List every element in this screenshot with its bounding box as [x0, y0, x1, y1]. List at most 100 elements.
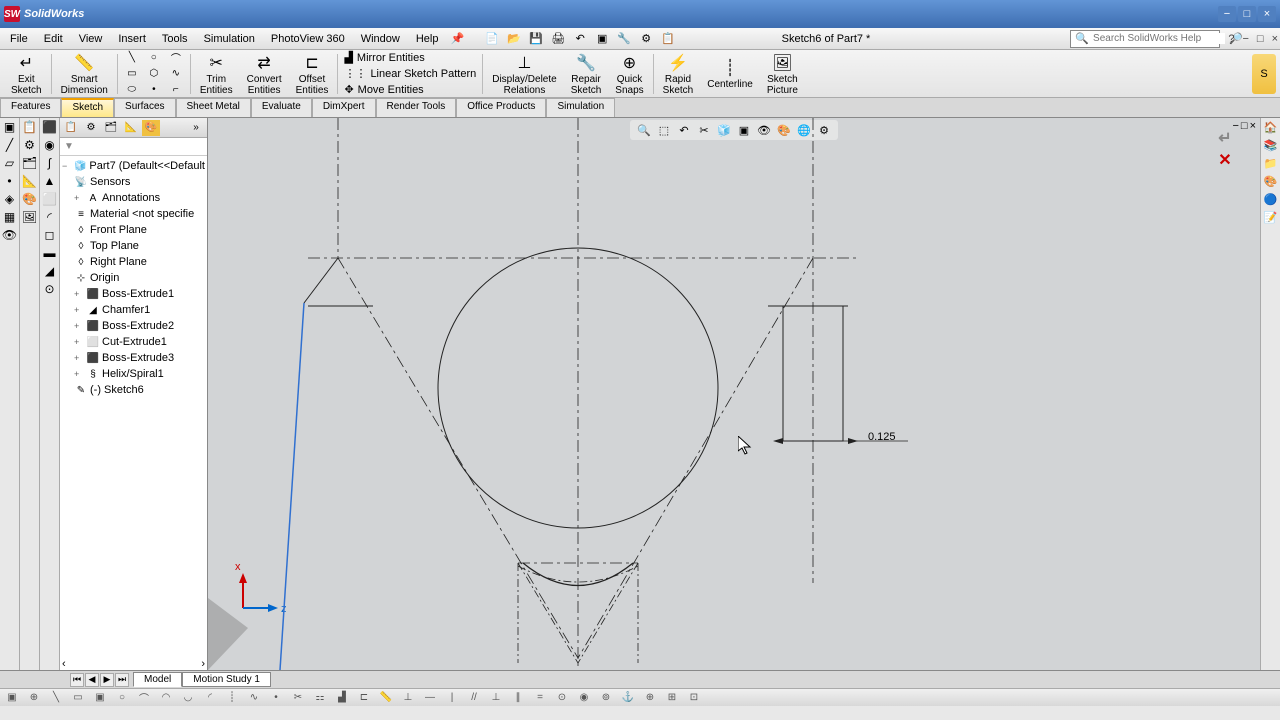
menu-tools[interactable]: Tools [154, 31, 196, 47]
child-minimize-icon[interactable]: − [1242, 33, 1248, 45]
arc-tool-icon[interactable]: ⌒ [166, 51, 186, 65]
menu-photoview[interactable]: PhotoView 360 [263, 31, 353, 47]
status-concentric-icon[interactable]: ⊚ [598, 691, 614, 705]
tree-item-top-plane[interactable]: ◊ Top Plane [62, 238, 205, 254]
tree-item-annotations[interactable]: + A Annotations [62, 190, 205, 206]
expand-icon[interactable]: + [74, 289, 84, 299]
expand-icon[interactable]: + [74, 193, 84, 203]
solidworks-resources-tab-icon[interactable]: 🏠 [1261, 118, 1280, 136]
centerline-button[interactable]: ┊ Centerline [700, 54, 760, 93]
tree-item-boss-extrude1[interactable]: + ⬛ Boss-Extrude1 [62, 286, 205, 302]
pin-icon[interactable]: 📌 [450, 32, 464, 45]
tree-filter[interactable]: ▼ [60, 138, 207, 156]
tab-surfaces[interactable]: Surfaces [114, 98, 175, 117]
expand-icon[interactable]: + [74, 369, 84, 379]
options-icon[interactable]: ⚙ [638, 31, 654, 47]
select-icon[interactable]: ▣ [594, 31, 610, 47]
status-collinear-icon[interactable]: // [466, 691, 482, 705]
tree-tab-4-icon[interactable]: 📐 [122, 120, 140, 136]
tree-tab-5-icon[interactable]: 🎨 [142, 120, 160, 136]
repair-sketch-button[interactable]: 🔧 Repair Sketch [564, 49, 609, 99]
configuration-manager-icon[interactable]: 🗂 [20, 154, 39, 172]
dimension-value[interactable]: 0.125 [868, 431, 896, 443]
graphics-area[interactable]: 🔍 ⬚ ↶ ✂ 🧊 ▣ 👁 🎨 🌐 ⚙ − □ × ↵ ✕ [208, 118, 1260, 670]
line-tool-icon[interactable]: ╲ [122, 51, 142, 65]
menu-edit[interactable]: Edit [36, 31, 71, 47]
status-centerline-icon[interactable]: ┊ [224, 691, 240, 705]
status-line-icon[interactable]: ╲ [48, 691, 64, 705]
quick-snaps-button[interactable]: ⊕ Quick Snaps [608, 49, 650, 99]
status-construction-icon[interactable]: ⚏ [312, 691, 328, 705]
menu-insert[interactable]: Insert [110, 31, 154, 47]
expand-icon[interactable]: + [74, 337, 84, 347]
tree-item-cut-extrude1[interactable]: + ⬜ Cut-Extrude1 [62, 334, 205, 350]
status-select-icon[interactable]: ▣ [4, 691, 20, 705]
scroll-right-icon[interactable]: › [201, 658, 205, 670]
display-manager-icon[interactable]: 🎨 [20, 190, 39, 208]
tree-tab-1-icon[interactable]: 📋 [62, 120, 80, 136]
status-offset-icon[interactable]: ⊏ [356, 691, 372, 705]
tree-item-boss-extrude2[interactable]: + ⬛ Boss-Extrude2 [62, 318, 205, 334]
view-orientation-icon[interactable]: ◈ [0, 190, 19, 208]
child-restore-icon[interactable]: □ [1257, 33, 1264, 45]
tree-item-right-plane[interactable]: ◊ Right Plane [62, 254, 205, 270]
expand-icon[interactable]: + [74, 321, 84, 331]
trim-entities-button[interactable]: ✂ Trim Entities [193, 49, 240, 99]
bottom-tab-motion-study[interactable]: Motion Study 1 [182, 672, 271, 687]
search-input[interactable] [1093, 33, 1225, 44]
display-style-icon[interactable]: ▦ [0, 208, 19, 226]
display-delete-relations-button[interactable]: ⊥ Display/Delete Relations [485, 49, 563, 99]
appearances-tab-icon[interactable]: 🔵 [1261, 190, 1280, 208]
maximize-button[interactable]: □ [1238, 6, 1256, 22]
bottom-tab-model[interactable]: Model [133, 672, 182, 687]
view-palette-tab-icon[interactable]: 🎨 [1261, 172, 1280, 190]
offset-entities-button[interactable]: ⊏ Offset Entities [289, 49, 336, 99]
tree-item-front-plane[interactable]: ◊ Front Plane [62, 222, 205, 238]
tree-expand-icon[interactable]: » [187, 120, 205, 136]
status-smartmate-icon[interactable]: ⊕ [26, 691, 42, 705]
status-spline-icon[interactable]: ∿ [246, 691, 262, 705]
rebuild-icon[interactable]: 🔧 [616, 31, 632, 47]
status-trim-icon[interactable]: ✂ [290, 691, 306, 705]
tree-item-origin[interactable]: ⊹ Origin [62, 270, 205, 286]
print-icon[interactable]: 🖨 [550, 31, 566, 47]
sketch-canvas[interactable]: x z [208, 118, 1260, 670]
status-mirror-icon[interactable]: ▟ [334, 691, 350, 705]
expand-icon[interactable]: − [62, 161, 72, 171]
ellipse-tool-icon[interactable]: ⬭ [122, 83, 142, 97]
status-parallel-icon[interactable]: ∥ [510, 691, 526, 705]
spline-tool-icon[interactable]: ∿ [166, 67, 186, 81]
status-tangent-icon[interactable]: ◉ [576, 691, 592, 705]
status-equal-icon[interactable]: = [532, 691, 548, 705]
custom-properties-tab-icon[interactable]: 📝 [1261, 208, 1280, 226]
help-icon[interactable]: ? [1228, 33, 1234, 45]
status-perpendicular-icon[interactable]: ⊥ [488, 691, 504, 705]
status-relation-icon[interactable]: ⊥ [400, 691, 416, 705]
fillet-tool-icon[interactable]: ⌐ [166, 83, 186, 97]
minimize-button[interactable]: − [1218, 6, 1236, 22]
status-corner-rect-icon[interactable]: ▭ [70, 691, 86, 705]
property-manager-icon[interactable]: ⚙ [20, 136, 39, 154]
first-tab-icon[interactable]: ⏮ [70, 673, 84, 687]
mirror-entities-button[interactable]: ▟ Mirror Entities [340, 50, 480, 65]
status-point-icon[interactable]: • [268, 691, 284, 705]
tree-tab-2-icon[interactable]: ⚙ [82, 120, 100, 136]
circle-tool-icon[interactable]: ○ [144, 51, 164, 65]
tree-item-helix[interactable]: + § Helix/Spiral1 [62, 366, 205, 382]
tab-evaluate[interactable]: Evaluate [251, 98, 312, 117]
child-close-icon[interactable]: × [1272, 33, 1278, 45]
tab-sheet-metal[interactable]: Sheet Metal [176, 98, 251, 117]
polygon-tool-icon[interactable]: ⬡ [144, 67, 164, 81]
prev-tab-icon[interactable]: ◀ [85, 673, 99, 687]
next-tab-icon[interactable]: ▶ [100, 673, 114, 687]
rib-icon[interactable]: ▬ [40, 244, 59, 262]
tree-item-sketch6[interactable]: ✎ (-) Sketch6 [62, 382, 205, 398]
rectangle-tool-icon[interactable]: ▭ [122, 67, 142, 81]
status-snap-icon[interactable]: ⊡ [686, 691, 702, 705]
tab-office-products[interactable]: Office Products [456, 98, 546, 117]
status-center-rect-icon[interactable]: ▣ [92, 691, 108, 705]
hole-wizard-icon[interactable]: ⊙ [40, 280, 59, 298]
status-merge-icon[interactable]: ⊕ [642, 691, 658, 705]
filter-face-icon[interactable]: ▱ [0, 154, 19, 172]
sweep-icon[interactable]: ∫ [40, 154, 59, 172]
